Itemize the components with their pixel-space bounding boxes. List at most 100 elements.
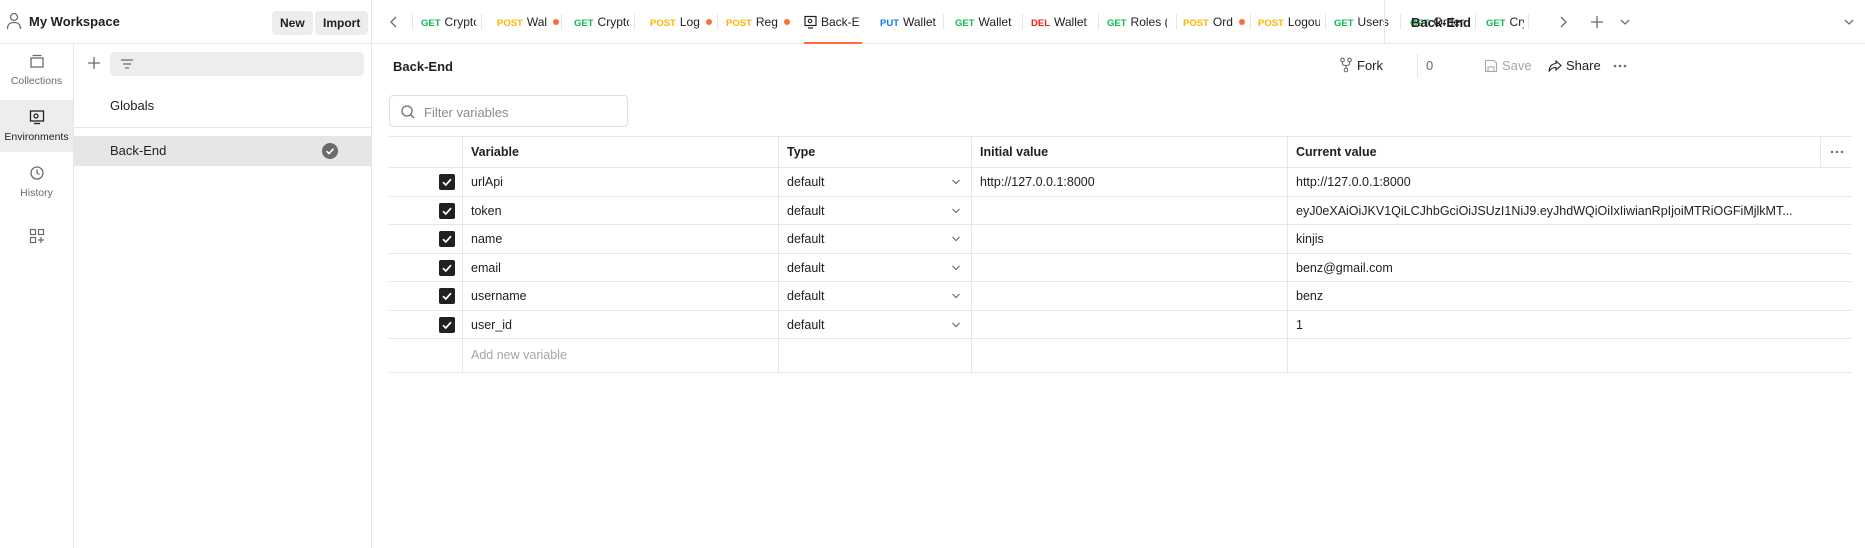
share-button[interactable]: Share [1548,54,1601,78]
history-icon [29,166,44,180]
method-label: GET [955,18,975,29]
create-environment-icon[interactable] [84,53,104,73]
variable-name-cell[interactable]: username [462,282,778,310]
checkmark-icon [442,321,452,329]
method-label: PUT [880,18,899,29]
initial-value-cell[interactable] [971,282,1287,310]
variable-type-select[interactable]: default [778,282,971,310]
variable-type-select[interactable]: default [778,225,971,253]
table-row: username default benz [389,282,1852,311]
table-row: name default kinjis [389,225,1852,254]
variable-type-value: default [787,175,825,189]
tab-request[interactable]: POST Log [650,0,714,44]
sidebar-item-environments[interactable]: Environments [0,100,73,152]
tab-request[interactable]: POST Reg [726,0,790,44]
tab-request[interactable]: POST Ord [1183,0,1245,44]
more-options-icon[interactable] [1612,60,1628,72]
divider [74,127,372,128]
row-enabled-checkbox[interactable] [439,259,455,276]
column-header-variable: Variable [462,137,778,167]
save-button[interactable]: Save [1484,54,1532,78]
tab-label: Wallet [1054,15,1087,29]
sidebar-item-label: Collections [10,75,63,87]
variable-name-cell[interactable]: user_id [462,310,778,338]
table-options-button[interactable] [1820,137,1852,167]
tab-request[interactable]: PUT Wallet [880,0,936,44]
column-header-current-label: Current value [1296,145,1377,159]
current-value-cell[interactable]: http://127.0.0.1:8000 [1287,168,1852,196]
environment-selector[interactable]: Back-End [1384,0,1865,44]
unsaved-dot [553,19,559,25]
tab-divider [1098,14,1099,30]
filter-variables-input[interactable] [424,102,614,122]
chevron-down-icon [1844,19,1854,25]
sidebar-item-collections[interactable]: Collections [0,44,73,96]
page-title[interactable]: Back-End [393,59,453,74]
row-checkbox-cell [389,254,462,282]
sidebar-item-add-apps[interactable] [0,219,73,255]
tab-divider [634,14,635,30]
tab-request[interactable]: POST Logou [1258,0,1320,44]
variable-type-value: default [787,260,825,275]
row-enabled-checkbox[interactable] [439,288,455,304]
row-checkbox-cell [389,225,462,253]
sidebar-rail: Collections Environments History [0,44,74,548]
tab-request[interactable]: GET Wallet [955,0,1013,44]
variable-type-select[interactable]: default [778,168,971,196]
variable-name-cell[interactable]: urlApi [462,168,778,196]
tab-request[interactable]: GETCrypto [421,0,476,44]
initial-value-cell[interactable]: http://127.0.0.1:8000 [971,168,1287,196]
import-button[interactable]: Import [315,11,369,35]
current-value-cell[interactable]: kinjis [1287,225,1852,253]
tab-divider [1176,14,1177,30]
variable-type-select[interactable]: default [778,310,971,338]
workspace-header: My Workspace New Import [0,0,372,44]
tab-request[interactable]: GETCrypto [574,0,629,44]
active-check-icon[interactable] [322,143,338,159]
fork-button[interactable]: Fork [1339,54,1383,78]
save-icon [1484,59,1498,73]
sidebar-item-label: History [20,187,53,199]
column-header-current: Current value [1287,137,1852,167]
tab-request[interactable]: POST Wal [497,0,559,44]
chevron-down-icon [952,236,960,242]
variable-type-select[interactable]: default [778,196,971,224]
variable-name-cell[interactable]: token [462,196,778,224]
tab-label: Logou [1287,15,1320,29]
filter-variables-field[interactable] [389,95,628,127]
variable-name-cell[interactable]: email [462,253,778,281]
current-value-cell[interactable]: benz@gmail.com [1287,253,1852,281]
tab-label: Wallet [903,15,936,29]
current-value-cell[interactable]: benz [1287,282,1852,310]
tab-request[interactable]: GET Roles ( [1107,0,1167,44]
current-value-cell[interactable]: 1 [1287,310,1852,338]
checkmark-icon [442,292,452,301]
env-filter-button[interactable] [110,52,364,76]
row-enabled-checkbox[interactable] [439,231,455,247]
initial-value-cell[interactable] [971,253,1287,281]
chevron-left-icon[interactable] [384,12,404,32]
row-enabled-checkbox[interactable] [439,174,455,190]
new-button[interactable]: New [272,11,313,35]
share-label: Share [1566,58,1601,73]
checkmark-icon [442,207,452,215]
tab-request[interactable]: DEL Wallet [1031,0,1087,44]
fork-count: 0 [1417,54,1433,78]
environment-selector-value: Back-End [1411,15,1471,30]
variable-type-select[interactable]: default [778,253,971,281]
add-new-variable-input[interactable]: Add new variable [462,339,778,372]
method-label: POST [497,18,523,29]
initial-value-cell[interactable] [971,310,1287,338]
row-enabled-checkbox[interactable] [439,202,455,219]
tab-label: Back-E [821,15,860,29]
sidebar-item-history[interactable]: History [0,156,73,208]
tab-environment-back-end[interactable]: Back-E [804,0,862,44]
workspace-title[interactable]: My Workspace [29,14,120,29]
env-item-globals[interactable]: Globals [74,91,372,121]
initial-value-cell[interactable] [971,225,1287,253]
initial-value-cell[interactable] [971,196,1287,224]
env-item-back-end[interactable]: Back-End [74,136,372,166]
variable-name-cell[interactable]: name [462,225,778,253]
row-enabled-checkbox[interactable] [439,316,455,333]
current-value-cell[interactable]: eyJ0eXAiOiJKV1QiLCJhbGciOiJSUzI1NiJ9.eyJ… [1287,196,1852,224]
